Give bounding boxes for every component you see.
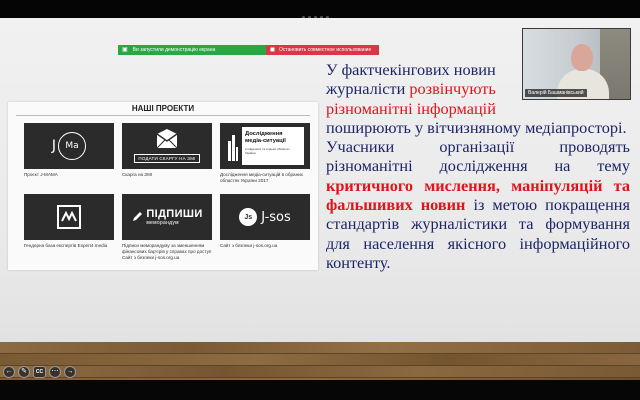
jmama-logo-j: J xyxy=(51,138,57,154)
presentation-controls: ← ✎ CC ⋯ → xyxy=(0,364,76,380)
project-caption: Сайт з безпеки j-sos.org.ua xyxy=(220,243,278,248)
expert-media-logo-icon xyxy=(57,205,81,229)
participant-name: Валерій Башманівський xyxy=(525,89,587,97)
stop-sharing-button[interactable]: ◼ Остановить совместное использование xyxy=(266,45,379,55)
project-thumb: ПОДАТИ СКАРГУ НА ЗМІ xyxy=(122,123,212,169)
jsos-logo-word: J-sos xyxy=(261,209,291,225)
stop-sharing-label: Остановить совместное использование xyxy=(278,47,372,53)
memorandum-logo-word1: ПІДПИШИ xyxy=(146,208,203,220)
participant-video-tile[interactable]: Валерій Башманівський xyxy=(522,28,631,100)
prev-slide-button[interactable]: ← xyxy=(3,366,15,378)
project-card-experts[interactable]: Гендерна база експертів Expert4 media xyxy=(24,194,114,249)
research-logo-title: Дослідження медіа-ситуації xyxy=(245,131,286,144)
screen-share-bar: ▣ Ви запустили демонстрацію екрана ◼ Ост… xyxy=(118,45,379,55)
next-slide-button[interactable]: → xyxy=(64,366,76,378)
stop-icon: ◼ xyxy=(270,47,275,53)
text-p1-a: У фактчекінгових новин xyxy=(326,60,496,79)
project-thumb: J Ma xyxy=(24,123,114,169)
projects-panel: НАШІ ПРОЕКТИ J Ma Проєкт J-MAMA ПОДАТИ С… xyxy=(8,102,318,270)
memorandum-logo-word2: меморандум xyxy=(146,220,179,226)
complaint-logo-text: ПОДАТИ СКАРГУ НА ЗМІ xyxy=(134,154,200,163)
text-p1-e: поширюють у вітчизняному медіапросторі. xyxy=(326,117,627,137)
bottom-bar xyxy=(0,380,640,400)
pen-tool-button[interactable]: ✎ xyxy=(18,366,30,378)
projects-divider xyxy=(16,115,310,116)
text-highlight-debunk: розвінчують xyxy=(409,79,496,99)
project-caption: Підписи меморандуму за зменшенням фінанс… xyxy=(122,243,212,260)
screen-share-info-text: Ви запустили демонстрацію екрана xyxy=(132,47,216,53)
text-p1-b: журналісти xyxy=(326,79,410,99)
bar-chart-icon xyxy=(228,135,238,161)
jmama-logo-ring: Ma xyxy=(58,132,87,160)
jsos-logo: Js J-sos xyxy=(220,194,310,240)
project-caption: Дослідження медіа-ситуацій в обраних обл… xyxy=(220,172,303,183)
participant-head xyxy=(571,44,593,71)
project-card-jmama[interactable]: J Ma Проєкт J-MAMA xyxy=(24,123,114,178)
text-p2-a: Учасники організації проводять різномані… xyxy=(326,137,630,176)
jsos-logo-circle: Js xyxy=(239,208,258,226)
project-card-memorandum[interactable]: ПІДПИШИ меморандум Підписи меморандуму з… xyxy=(122,194,212,260)
projects-title: НАШІ ПРОЕКТИ xyxy=(131,104,195,113)
project-card-jsos[interactable]: Js J-sos Сайт з безпеки j-sos.org.ua xyxy=(220,194,310,249)
memorandum-logo: ПІДПИШИ меморандум xyxy=(122,194,212,240)
research-logo-subtitle: в південних та східних областях України xyxy=(245,147,290,155)
share-screen-icon: ▣ xyxy=(122,47,128,53)
project-thumb xyxy=(24,194,114,240)
screen-share-info: ▣ Ви запустили демонстрацію екрана xyxy=(118,45,266,55)
pen-icon xyxy=(133,212,143,221)
project-card-research[interactable]: Дослідження медіа-ситуації в південних т… xyxy=(220,123,310,184)
project-caption: Скарга на ЗМІ xyxy=(122,172,153,177)
project-thumb: Дослідження медіа-ситуації в південних т… xyxy=(220,123,310,169)
research-logo: Дослідження медіа-ситуації в південних т… xyxy=(242,127,304,165)
text-highlight-various-info: різноманітні інформацій xyxy=(326,98,496,118)
captions-button[interactable]: CC xyxy=(33,366,46,378)
project-thumb: ПІДПИШИ меморандум xyxy=(122,194,212,240)
jmama-logo: J Ma xyxy=(24,123,114,169)
project-caption: Проєкт J-MAMA xyxy=(24,172,58,177)
more-dots-icon[interactable] xyxy=(302,6,338,19)
top-bar xyxy=(0,0,640,19)
project-thumb: Js J-sos xyxy=(220,194,310,240)
project-caption: Гендерна база експертів Expert4 media xyxy=(24,243,108,248)
project-card-complaint[interactable]: ПОДАТИ СКАРГУ НА ЗМІ Скарга на ЗМІ xyxy=(122,123,212,178)
more-options-button[interactable]: ⋯ xyxy=(49,366,61,378)
